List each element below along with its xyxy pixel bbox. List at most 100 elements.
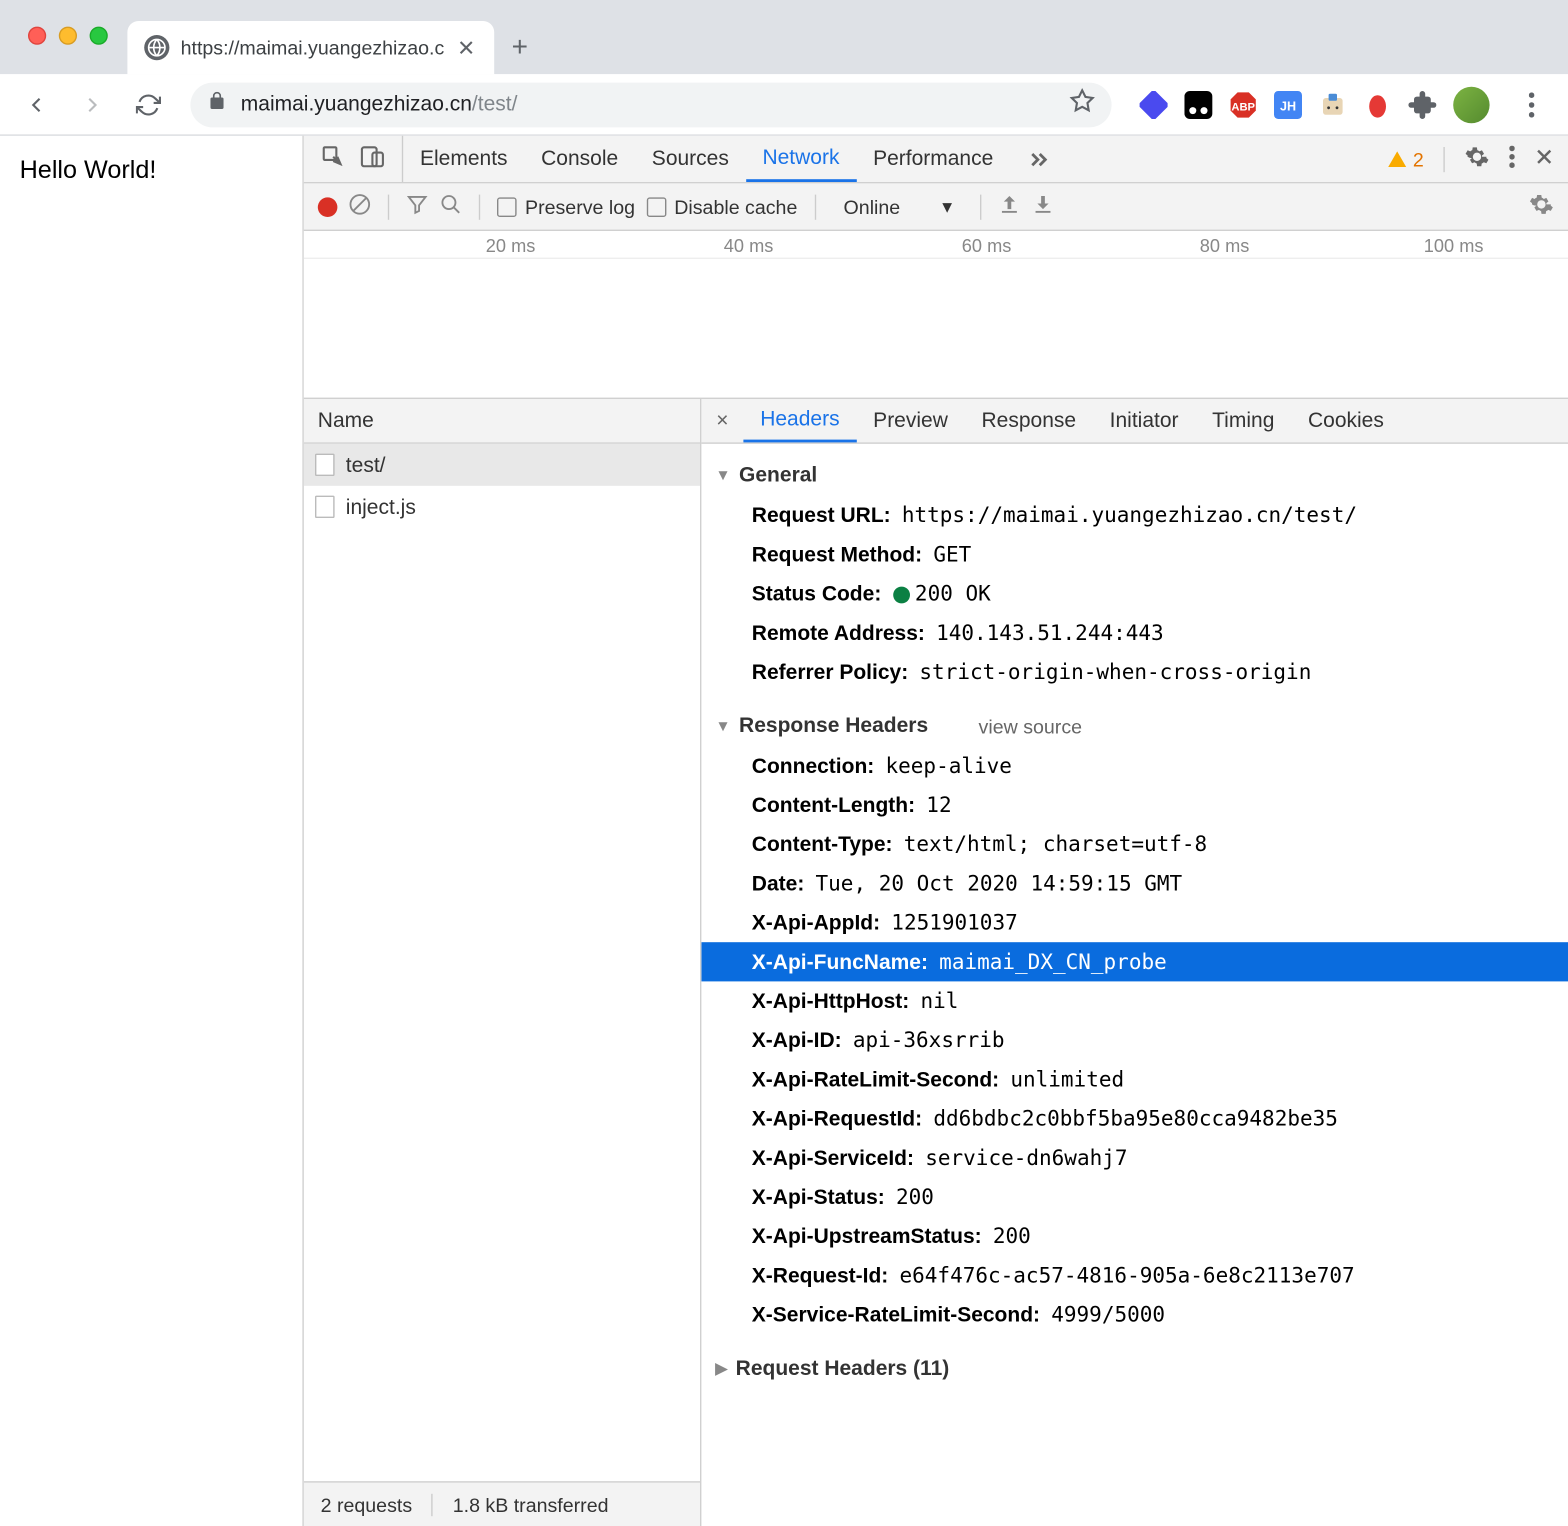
extensions-menu-icon[interactable] [1408,90,1436,118]
url-text: maimai.yuangezhizao.cn/test/ [241,92,518,116]
header-row[interactable]: X-Api-Status:200 [701,1177,1568,1216]
header-row[interactable]: Request URL:https://maimai.yuangezhizao.… [701,496,1568,535]
tab-performance[interactable]: Performance [856,136,1010,182]
settings-icon[interactable] [1464,144,1489,175]
disclosure-triangle-icon: ▶ [715,1359,727,1377]
extension-icon[interactable] [1184,90,1212,118]
devtools-menu-icon[interactable] [1509,145,1515,173]
close-window-button[interactable] [28,27,46,45]
detail-tab-initiator[interactable]: Initiator [1093,399,1195,442]
extension-icon[interactable] [1140,90,1168,118]
detail-tab-preview[interactable]: Preview [856,399,964,442]
header-row[interactable]: Content-Type:text/html; charset=utf-8 [701,825,1568,864]
header-row[interactable]: X-Api-AppId:1251901037 [701,903,1568,942]
devtools-tabs: Elements Console Sources Network Perform… [304,136,1568,184]
minimize-window-button[interactable] [59,27,77,45]
response-headers-section-header[interactable]: ▼ Response Headers view source [701,706,1568,747]
general-section-header[interactable]: ▼ General [701,455,1568,496]
tab-network[interactable]: Network [746,136,857,182]
browser-tab[interactable]: https://maimai.yuangezhizao.c [127,21,494,74]
requests-count: 2 requests [321,1493,413,1515]
header-row[interactable]: X-Api-HttpHost:nil [701,981,1568,1020]
header-row[interactable]: Request Method:GET [701,535,1568,574]
header-row[interactable]: X-Api-ID:api-36xsrrib [701,1021,1568,1060]
back-button[interactable] [11,79,61,129]
more-tabs-icon[interactable] [1010,136,1066,182]
header-row[interactable]: Content-Length:12 [701,785,1568,824]
timeline-tick: 100 ms [1424,235,1484,256]
device-toolbar-icon[interactable] [360,144,385,175]
header-row[interactable]: Connection:keep-alive [701,746,1568,785]
request-headers-section-header[interactable]: ▶ Request Headers (11) [701,1348,1568,1389]
tab-elements[interactable]: Elements [403,136,524,182]
timeline-tick: 20 ms [486,235,536,256]
extension-icons: ABP JH [1128,86,1500,122]
clear-icon[interactable] [349,193,371,220]
tab-sources[interactable]: Sources [635,136,746,182]
window-controls [14,4,127,74]
throttling-select[interactable]: Online ▾ [832,195,963,219]
preserve-log-checkbox[interactable]: Preserve log [497,195,635,217]
network-timeline[interactable]: 20 ms 40 ms 60 ms 80 ms 100 ms [304,231,1568,399]
header-row[interactable]: Remote Address:140.143.51.244:443 [701,613,1568,652]
header-row[interactable]: X-Api-FuncName:maimai_DX_CN_probe [701,942,1568,981]
inspect-element-icon[interactable] [321,144,346,175]
svg-text:JH: JH [1280,99,1296,113]
filter-icon[interactable] [406,193,428,220]
detail-tab-headers[interactable]: Headers [743,399,856,442]
warnings-badge[interactable]: 2 [1388,148,1424,170]
header-row[interactable]: X-Api-RateLimit-Second:unlimited [701,1060,1568,1099]
reload-button[interactable] [123,79,173,129]
devtools-panel: Elements Console Sources Network Perform… [302,136,1568,1526]
header-row[interactable]: X-Request-Id:e64f476c-ac57-4816-905a-6e8… [701,1256,1568,1295]
header-row[interactable]: X-Service-RateLimit-Second:4999/5000 [701,1295,1568,1334]
search-icon[interactable] [440,193,462,220]
bookmark-icon[interactable] [1070,88,1095,120]
request-item[interactable]: inject.js [304,486,700,528]
transferred-size: 1.8 kB transferred [453,1493,609,1515]
timeline-tick: 80 ms [1200,235,1250,256]
extension-icon[interactable] [1319,90,1347,118]
extension-icon[interactable] [1364,90,1392,118]
file-icon [315,454,335,476]
address-bar[interactable]: maimai.yuangezhizao.cn/test/ [190,82,1111,127]
request-details: × Headers Preview Response Initiator Tim… [701,399,1568,1526]
header-row[interactable]: Date:Tue, 20 Oct 2020 14:59:15 GMT [701,864,1568,903]
request-list-header[interactable]: Name [304,399,700,444]
close-details-icon[interactable]: × [701,409,743,433]
file-icon [315,496,335,518]
profile-avatar[interactable] [1453,86,1489,122]
maximize-window-button[interactable] [90,27,108,45]
upload-har-icon[interactable] [998,193,1020,220]
detail-tab-timing[interactable]: Timing [1195,399,1291,442]
record-button[interactable] [318,197,338,217]
extension-icon[interactable]: JH [1274,90,1302,118]
network-settings-icon[interactable] [1529,192,1554,221]
request-list: Name test/ inject.js 2 requests 1.8 kB t… [304,399,702,1526]
disable-cache-checkbox[interactable]: Disable cache [646,195,797,217]
forward-button[interactable] [67,79,117,129]
detail-tab-cookies[interactable]: Cookies [1291,399,1400,442]
download-har-icon[interactable] [1032,193,1054,220]
browser-menu-button[interactable] [1506,92,1556,117]
new-tab-button[interactable]: + [495,21,545,74]
network-status-bar: 2 requests 1.8 kB transferred [304,1481,700,1526]
close-tab-icon[interactable] [455,36,477,58]
globe-icon [144,35,169,60]
disclosure-triangle-icon: ▼ [715,718,730,735]
disclosure-triangle-icon: ▼ [715,467,730,484]
adblock-icon[interactable]: ABP [1229,90,1257,118]
header-row[interactable]: Status Code:200 OK [701,574,1568,613]
tab-title: https://maimai.yuangezhizao.c [181,36,445,58]
header-row[interactable]: X-Api-ServiceId:service-dn6wahj7 [701,1138,1568,1177]
header-row[interactable]: X-Api-UpstreamStatus:200 [701,1217,1568,1256]
header-row[interactable]: Referrer Policy:strict-origin-when-cross… [701,652,1568,691]
request-item[interactable]: test/ [304,444,700,486]
close-devtools-icon[interactable] [1534,146,1554,171]
browser-toolbar: maimai.yuangezhizao.cn/test/ ABP JH [0,74,1568,136]
header-row[interactable]: X-Api-RequestId:dd6bdbc2c0bbf5ba95e80cca… [701,1099,1568,1138]
tab-console[interactable]: Console [524,136,635,182]
timeline-tick: 60 ms [962,235,1012,256]
detail-tab-response[interactable]: Response [965,399,1093,442]
view-source-link[interactable]: view source [979,715,1082,737]
